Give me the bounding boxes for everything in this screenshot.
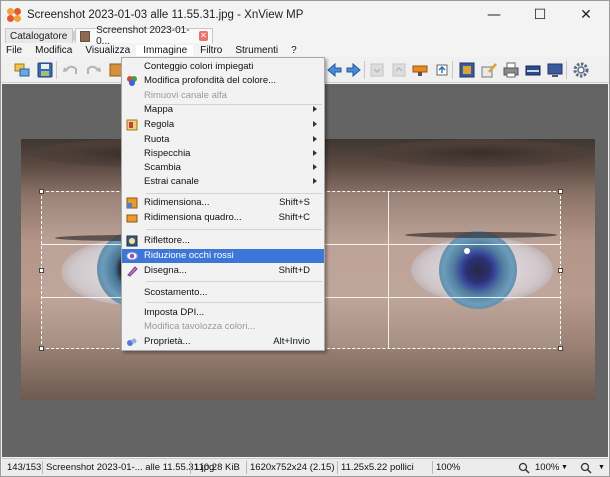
submenu-arrow-icon [313,121,317,127]
menu-item-properties[interactable]: Proprietà... Alt+Invio [122,335,324,349]
color-depth-icon [127,76,137,86]
xnview-window: Screenshot 2023-01-03 alle 11.55.31.jpg … [0,0,610,477]
minimize-button[interactable]: — [471,1,517,29]
image-menu-dropdown: Conteggio colori impiegati Modifica prof… [121,57,325,351]
file-size: 110.28 KiB [194,462,240,473]
tab-screenshot[interactable]: Screenshot 2023-01-0... ✕ [75,25,213,47]
submenu-arrow-icon [313,106,317,112]
menu-item-red-eye-reduction[interactable]: Riduzione occhi rossi [122,249,324,263]
last-page-icon[interactable] [390,61,408,79]
status-bar: 143/153 Screenshot 2023-01-... alle 11.5… [2,458,608,476]
menu-bar: File Modifica Visualizza Immagine Filtro… [1,43,609,57]
menu-item-remove-alpha[interactable]: Rimuovi canale alfa [122,89,324,103]
menu-filtro[interactable]: Filtro [193,45,228,56]
menu-item-color-depth[interactable]: Modifica profondità del colore... [122,74,324,88]
browser-icon[interactable] [13,61,31,79]
title-bar: Screenshot 2023-01-03 alle 11.55.31.jpg … [1,1,609,29]
menu-item-map[interactable]: Mappa [122,103,324,117]
menu-help[interactable]: ? [284,45,303,56]
settings-icon[interactable] [572,61,590,79]
submenu-arrow-icon [313,164,317,170]
tab-label: Catalogatore [10,30,68,42]
save-icon[interactable] [36,61,54,79]
menu-item-extract-channel[interactable]: Estrai canale [122,175,324,189]
spotlight-icon [126,235,138,247]
menu-item-rotate[interactable]: Ruota [122,133,324,147]
open-external-icon[interactable] [433,61,451,79]
maximize-button[interactable]: ☐ [517,1,563,29]
submenu-arrow-icon [313,150,317,156]
zoom-out-icon[interactable] [580,462,592,474]
tab-bar: Catalogatore ✕ Screenshot 2023-01-0... ✕ [1,25,609,47]
menu-item-edit-palette[interactable]: Modifica tavolozza colori... [122,320,324,334]
menu-item-spotlight[interactable]: Riflettore... [122,234,324,248]
resize-handle[interactable] [558,268,563,273]
menu-visualizza[interactable]: Visualizza [78,45,136,56]
resize-handle[interactable] [558,346,563,351]
zoom-dropdown-icon[interactable]: ▼ [561,464,568,471]
undo-icon[interactable] [62,61,80,79]
first-page-icon[interactable] [368,61,386,79]
menu-strumenti[interactable]: Strumenti [228,45,284,56]
scan-icon[interactable] [524,61,542,79]
menu-immagine[interactable]: Immagine [136,44,194,56]
fit-icon[interactable] [458,61,476,79]
close-button[interactable]: ✕ [563,1,609,29]
submenu-arrow-icon [313,136,317,142]
menu-item-offset[interactable]: Scostamento... [122,286,324,300]
menu-item-set-dpi[interactable]: Imposta DPI... [122,306,324,320]
selection-grid-line [388,191,389,349]
menu-file[interactable]: File [1,45,28,56]
image-position: 143/153 [7,462,42,473]
menu-modifica[interactable]: Modifica [28,45,78,56]
menu-item-adjust[interactable]: Regola [122,118,324,132]
window-title: Screenshot 2023-01-03 alle 11.55.31.jpg … [27,9,304,21]
next-icon[interactable] [345,61,363,79]
zoom-in-icon[interactable] [518,462,530,474]
menu-item-color-count[interactable]: Conteggio colori impiegati [122,60,324,74]
draw-icon [127,266,138,277]
red-eye-icon [126,252,138,260]
previous-icon[interactable] [325,61,343,79]
monitor-icon[interactable] [546,61,564,79]
adjust-icon [126,119,138,131]
image-thumbnail-icon [80,30,91,42]
submenu-arrow-icon [313,178,317,184]
slideshow-icon[interactable] [411,61,429,79]
properties-icon [127,338,137,346]
menu-item-resize[interactable]: Ridimensiona... Shift+S [122,196,324,210]
menu-item-canvas-resize[interactable]: Ridimensiona quadro... Shift+C [122,211,324,225]
edit-icon[interactable] [480,61,498,79]
zoom-percent-label: 100% [436,462,461,473]
menu-item-mirror[interactable]: Rispecchia [122,147,324,161]
close-tab-icon[interactable]: ✕ [198,31,208,41]
print-size: 11.25x5.22 pollici [341,462,414,473]
resize-handle[interactable] [39,346,44,351]
zoom-level[interactable]: 100% [535,462,559,473]
image-dimensions: 1620x752x24 (2.15) [250,462,335,473]
print-icon[interactable] [502,61,520,79]
resize-handle[interactable] [39,268,44,273]
menu-item-swap[interactable]: Scambia [122,161,324,175]
zoom-out-dropdown-icon[interactable]: ▼ [598,464,605,471]
menu-item-draw[interactable]: Disegna... Shift+D [122,264,324,278]
resize-handle[interactable] [558,189,563,194]
tab-catalogatore[interactable]: Catalogatore ✕ [5,28,80,43]
canvas-resize-icon [126,214,138,223]
resize-handle[interactable] [39,189,44,194]
xnview-logo-icon [7,8,21,22]
redo-icon[interactable] [84,61,102,79]
resize-icon [126,197,138,209]
